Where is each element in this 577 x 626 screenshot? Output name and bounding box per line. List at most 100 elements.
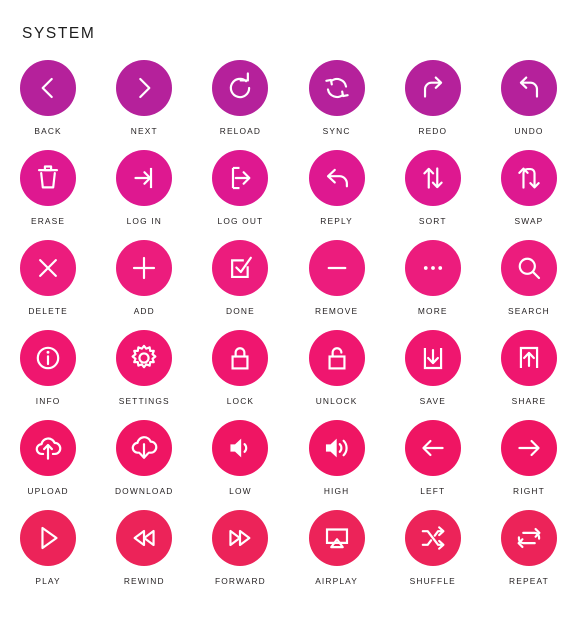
icon-label: HIGH (323, 486, 350, 496)
plus-icon[interactable] (116, 240, 173, 296)
icon-label: LOW (229, 486, 252, 496)
icon-row: INFO SETTINGS LOCK UNLOCK SAVE SHARE (0, 330, 577, 420)
icon-cell-high[interactable]: HIGH (289, 420, 385, 510)
ellipsis-icon[interactable] (404, 240, 461, 296)
icon-cell-sync[interactable]: SYNC (289, 60, 385, 150)
log-out-icon[interactable] (212, 150, 269, 206)
icon-cell-add[interactable]: ADD (96, 240, 192, 330)
icon-cell-done[interactable]: DONE (192, 240, 288, 330)
gear-icon[interactable] (116, 330, 173, 386)
reply-icon[interactable] (308, 150, 365, 206)
icon-cell-upload[interactable]: UPLOAD (0, 420, 96, 510)
icon-cell-rewind[interactable]: REWIND (96, 510, 192, 606)
icon-cell-right[interactable]: RIGHT (481, 420, 577, 510)
icon-cell-undo[interactable]: UNDO (481, 60, 577, 150)
icon-label: REWIND (123, 576, 165, 586)
icon-label: RIGHT (513, 486, 545, 496)
icon-cell-forward[interactable]: FORWARD (192, 510, 288, 606)
share-upload-tray-icon[interactable] (500, 330, 557, 386)
icon-cell-next[interactable]: NEXT (96, 60, 192, 150)
rewind-icon[interactable] (116, 510, 173, 566)
cloud-upload-icon[interactable] (20, 420, 77, 476)
icon-label: REMOVE (315, 306, 359, 316)
icon-cell-sort[interactable]: SORT (385, 150, 481, 240)
icon-cell-unlock[interactable]: UNLOCK (289, 330, 385, 420)
trash-icon[interactable] (20, 150, 77, 206)
icon-label: SWAP (514, 216, 544, 226)
chevron-left-icon[interactable] (20, 60, 77, 116)
icon-cell-delete[interactable]: DELETE (0, 240, 96, 330)
icon-cell-play[interactable]: PLAY (0, 510, 96, 606)
icon-label: LEFT (420, 486, 446, 496)
icon-cell-log-out[interactable]: LOG OUT (192, 150, 288, 240)
icon-row: UPLOAD DOWNLOAD LOW HIGH LEFT RIGHT (0, 420, 577, 510)
info-icon[interactable] (20, 330, 77, 386)
lock-open-icon[interactable] (308, 330, 365, 386)
cloud-download-icon[interactable] (116, 420, 173, 476)
icon-label: AIRPLAY (315, 576, 358, 586)
close-icon[interactable] (20, 240, 77, 296)
icon-cell-redo[interactable]: REDO (385, 60, 481, 150)
icon-cell-reload[interactable]: RELOAD (192, 60, 288, 150)
icon-label: LOG IN (126, 216, 162, 226)
icon-cell-remove[interactable]: REMOVE (289, 240, 385, 330)
shuffle-icon[interactable] (404, 510, 461, 566)
icon-label: NEXT (130, 126, 158, 136)
icon-cell-save[interactable]: SAVE (385, 330, 481, 420)
icon-label: ADD (133, 306, 155, 316)
redo-icon[interactable] (404, 60, 461, 116)
icon-cell-repeat[interactable]: REPEAT (481, 510, 577, 606)
repeat-icon[interactable] (500, 510, 557, 566)
icon-cell-erase[interactable]: ERASE (0, 150, 96, 240)
icon-label: SHARE (511, 396, 547, 406)
icon-cell-search[interactable]: SEARCH (481, 240, 577, 330)
icon-cell-back[interactable]: BACK (0, 60, 96, 150)
icon-cell-info[interactable]: INFO (0, 330, 96, 420)
icon-label: UNDO (514, 126, 544, 136)
undo-icon[interactable] (500, 60, 557, 116)
icon-row: DELETE ADD DONE REMOVE MORE SEARCH (0, 240, 577, 330)
icon-label: DOWNLOAD (114, 486, 174, 496)
icon-cell-reply[interactable]: REPLY (289, 150, 385, 240)
icon-label: MORE (417, 306, 448, 316)
fast-forward-icon[interactable] (212, 510, 269, 566)
page-title: SYSTEM (22, 25, 96, 42)
search-icon[interactable] (500, 240, 557, 296)
minus-icon[interactable] (308, 240, 365, 296)
icon-cell-log-in[interactable]: LOG IN (96, 150, 192, 240)
chevron-right-icon[interactable] (116, 60, 173, 116)
airplay-icon[interactable] (308, 510, 365, 566)
checkbox-check-icon[interactable] (212, 240, 269, 296)
swap-icon[interactable] (500, 150, 557, 206)
icon-cell-swap[interactable]: SWAP (481, 150, 577, 240)
arrow-right-icon[interactable] (500, 420, 557, 476)
icon-cell-share[interactable]: SHARE (481, 330, 577, 420)
volume-high-icon[interactable] (308, 420, 365, 476)
icon-cell-low[interactable]: LOW (192, 420, 288, 510)
volume-low-icon[interactable] (212, 420, 269, 476)
reload-icon[interactable] (212, 60, 269, 116)
icon-cell-shuffle[interactable]: SHUFFLE (385, 510, 481, 606)
icon-label: FORWARD (215, 576, 266, 586)
play-icon[interactable] (20, 510, 77, 566)
arrow-left-icon[interactable] (404, 420, 461, 476)
icon-cell-left[interactable]: LEFT (385, 420, 481, 510)
icon-label: RELOAD (219, 126, 262, 136)
log-in-icon[interactable] (116, 150, 173, 206)
icon-label: LOCK (226, 396, 255, 406)
icon-cell-settings[interactable]: SETTINGS (96, 330, 192, 420)
sort-icon[interactable] (404, 150, 461, 206)
icon-label: REPEAT (509, 576, 549, 586)
icon-cell-download[interactable]: DOWNLOAD (96, 420, 192, 510)
icon-label: BACK (34, 126, 62, 136)
icon-row: ERASE LOG IN LOG OUT REPLY SORT SWAP (0, 150, 577, 240)
icon-label: SETTINGS (118, 396, 170, 406)
icon-label: UNLOCK (315, 396, 358, 406)
save-download-tray-icon[interactable] (404, 330, 461, 386)
icon-cell-airplay[interactable]: AIRPLAY (289, 510, 385, 606)
icon-cell-lock[interactable]: LOCK (192, 330, 288, 420)
lock-closed-icon[interactable] (212, 330, 269, 386)
icon-cell-more[interactable]: MORE (385, 240, 481, 330)
icon-label: SAVE (419, 396, 446, 406)
sync-icon[interactable] (308, 60, 365, 116)
